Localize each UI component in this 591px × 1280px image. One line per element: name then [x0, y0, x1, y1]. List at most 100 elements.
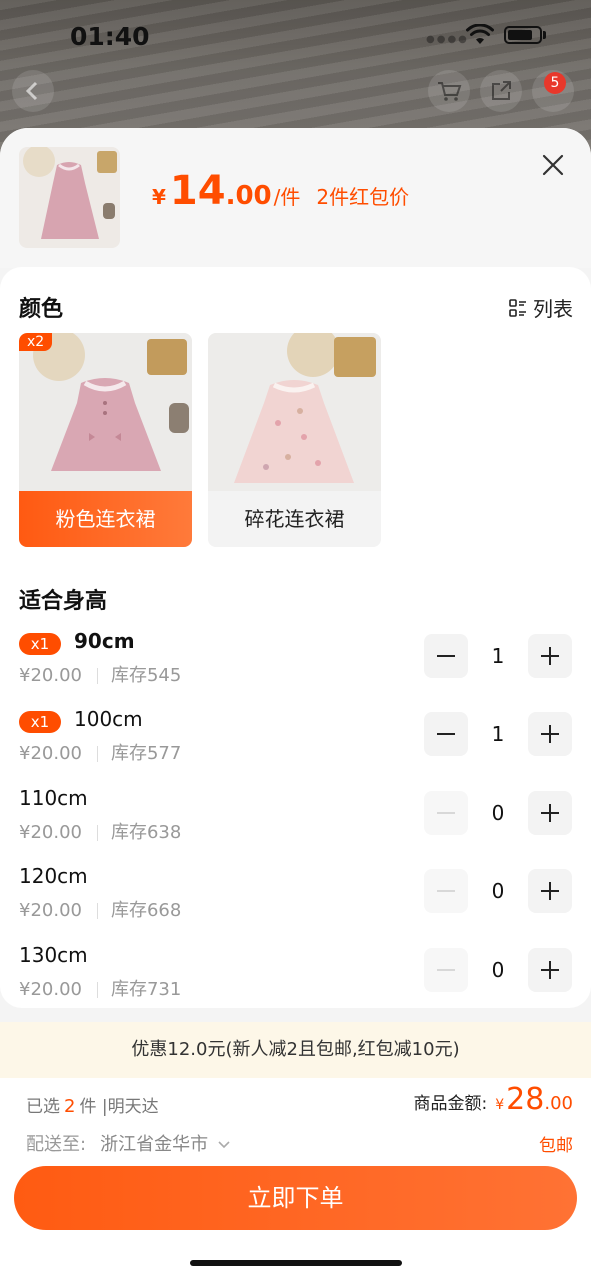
increment-button[interactable] — [528, 712, 572, 756]
size-stock: 库存638 — [110, 822, 182, 843]
plus-icon — [541, 725, 559, 743]
decrement-button[interactable] — [424, 948, 468, 992]
selected-count: 2 — [64, 1096, 76, 1117]
decrement-button[interactable] — [424, 712, 468, 756]
signal-dots-icon: ●●●● — [426, 34, 469, 45]
notification-badge: 5 — [544, 72, 566, 94]
divider — [96, 982, 98, 998]
plus-icon — [541, 804, 559, 822]
status-time: 01:40 — [70, 22, 150, 51]
color-option-floral[interactable]: 碎花连衣裙 — [208, 333, 381, 547]
amount-decimal: .00 — [544, 1093, 573, 1114]
size-name: 100cm — [74, 707, 143, 731]
sheet-header: ¥ 14 .00 /件 2件红包价 — [0, 128, 591, 268]
amount-label: 商品金额: — [413, 1094, 488, 1114]
floral-dress-image — [208, 333, 381, 491]
ship-label: 配送至: — [26, 1134, 87, 1155]
size-section-title: 适合身高 — [19, 589, 108, 614]
increment-button[interactable] — [528, 948, 572, 992]
size-stock: 库存668 — [110, 900, 182, 921]
divider — [96, 746, 98, 762]
quantity-value[interactable]: 0 — [478, 879, 518, 903]
chevron-down-icon — [218, 1141, 230, 1149]
order-summary: 已选 2 件 |明天达 商品金额: ¥ 28 .00 配送至: 浙江省金华市 包邮 立… — [0, 1078, 591, 1280]
increment-button[interactable] — [528, 634, 572, 678]
cart-icon — [438, 82, 462, 101]
selected-prefix: 已选 — [26, 1097, 60, 1117]
wifi-icon — [466, 24, 494, 44]
decrement-button[interactable] — [424, 869, 468, 913]
divider — [96, 825, 98, 841]
size-stock: 库存545 — [110, 665, 182, 686]
minus-icon — [437, 812, 455, 814]
list-view-toggle[interactable]: 列表 — [509, 293, 573, 322]
size-qty-tag: x1 — [19, 633, 61, 655]
close-icon[interactable] — [538, 150, 568, 180]
share-button[interactable] — [480, 70, 522, 112]
plus-icon — [541, 882, 559, 900]
quantity-value[interactable]: 0 — [478, 801, 518, 825]
free-shipping-label: 包邮 — [539, 1136, 573, 1156]
plus-icon — [541, 961, 559, 979]
divider — [96, 903, 98, 919]
size-name: 110cm — [19, 786, 88, 810]
size-price: ¥20.00 — [19, 979, 82, 1000]
size-row-100: x1 100cm ¥20.00 库存577 1 — [19, 707, 573, 779]
sheet-body: 颜色 列表 x2 粉色连衣裙 碎花连衣裙 适合身高 x1 90cm ¥20.00… — [0, 267, 591, 1008]
quantity-value[interactable]: 1 — [478, 644, 518, 668]
size-price: ¥20.00 — [19, 665, 82, 686]
size-stock: 库存731 — [110, 979, 182, 1000]
unit-price: ¥ 14 .00 /件 2件红包价 — [152, 168, 409, 214]
pink-dress-image — [19, 333, 192, 491]
pink-dress-image — [19, 147, 120, 248]
increment-button[interactable] — [528, 869, 572, 913]
battery-tip — [543, 31, 546, 39]
price-currency: ¥ — [152, 185, 166, 209]
list-toggle-label: 列表 — [533, 297, 573, 321]
color-option-label: 粉色连衣裙 — [19, 491, 192, 547]
shipping-address[interactable]: 配送至: 浙江省金华市 — [26, 1130, 231, 1156]
product-thumbnail[interactable] — [19, 147, 120, 248]
size-price: ¥20.00 — [19, 900, 82, 921]
size-qty-tag: x1 — [19, 711, 61, 733]
size-meta: ¥20.00 库存545 — [19, 661, 181, 687]
minus-icon — [437, 733, 455, 735]
back-button[interactable] — [12, 70, 54, 112]
status-bar: 01:40 ●●●● — [0, 18, 591, 54]
size-meta: ¥20.00 库存731 — [19, 975, 181, 1001]
color-qty-tag: x2 — [19, 333, 53, 351]
size-meta: ¥20.00 库存668 — [19, 896, 181, 922]
quantity-value[interactable]: 0 — [478, 958, 518, 982]
increment-button[interactable] — [528, 791, 572, 835]
size-name: 120cm — [19, 864, 88, 888]
size-row-110: 110cm ¥20.00 库存638 0 — [19, 786, 573, 858]
sku-selector-sheet: ¥ 14 .00 /件 2件红包价 颜色 列表 x2 粉色连衣裙 碎花连衣裙 适… — [0, 128, 591, 1280]
color-option-label: 碎花连衣裙 — [208, 491, 381, 547]
quantity-value[interactable]: 1 — [478, 722, 518, 746]
divider — [96, 668, 98, 684]
decrement-button[interactable] — [424, 791, 468, 835]
price-note: 2件红包价 — [316, 185, 410, 209]
total-amount: 商品金额: ¥ 28 .00 — [414, 1082, 573, 1117]
battery-icon — [504, 26, 542, 44]
plus-icon — [541, 647, 559, 665]
amount-integer: 28 — [506, 1082, 545, 1117]
ship-address: 浙江省金华市 — [100, 1134, 209, 1155]
size-meta: ¥20.00 库存638 — [19, 818, 181, 844]
decrement-button[interactable] — [424, 634, 468, 678]
size-price: ¥20.00 — [19, 743, 82, 764]
list-icon — [509, 298, 526, 317]
color-option-pink[interactable]: x2 粉色连衣裙 — [19, 333, 192, 547]
size-price: ¥20.00 — [19, 822, 82, 843]
cart-button[interactable] — [428, 70, 470, 112]
size-stock: 库存577 — [110, 743, 182, 764]
home-indicator — [190, 1260, 402, 1266]
minus-icon — [437, 890, 455, 892]
selected-suffix: 件 |明天达 — [79, 1097, 159, 1117]
price-decimal: .00 — [225, 181, 272, 211]
size-row-120: 120cm ¥20.00 库存668 0 — [19, 864, 573, 936]
place-order-button[interactable]: 立即下单 — [14, 1166, 577, 1230]
price-integer: 14 — [169, 168, 226, 214]
size-row-90: x1 90cm ¥20.00 库存545 1 — [19, 629, 573, 701]
size-row-130: 130cm ¥20.00 库存731 0 — [19, 943, 573, 1015]
